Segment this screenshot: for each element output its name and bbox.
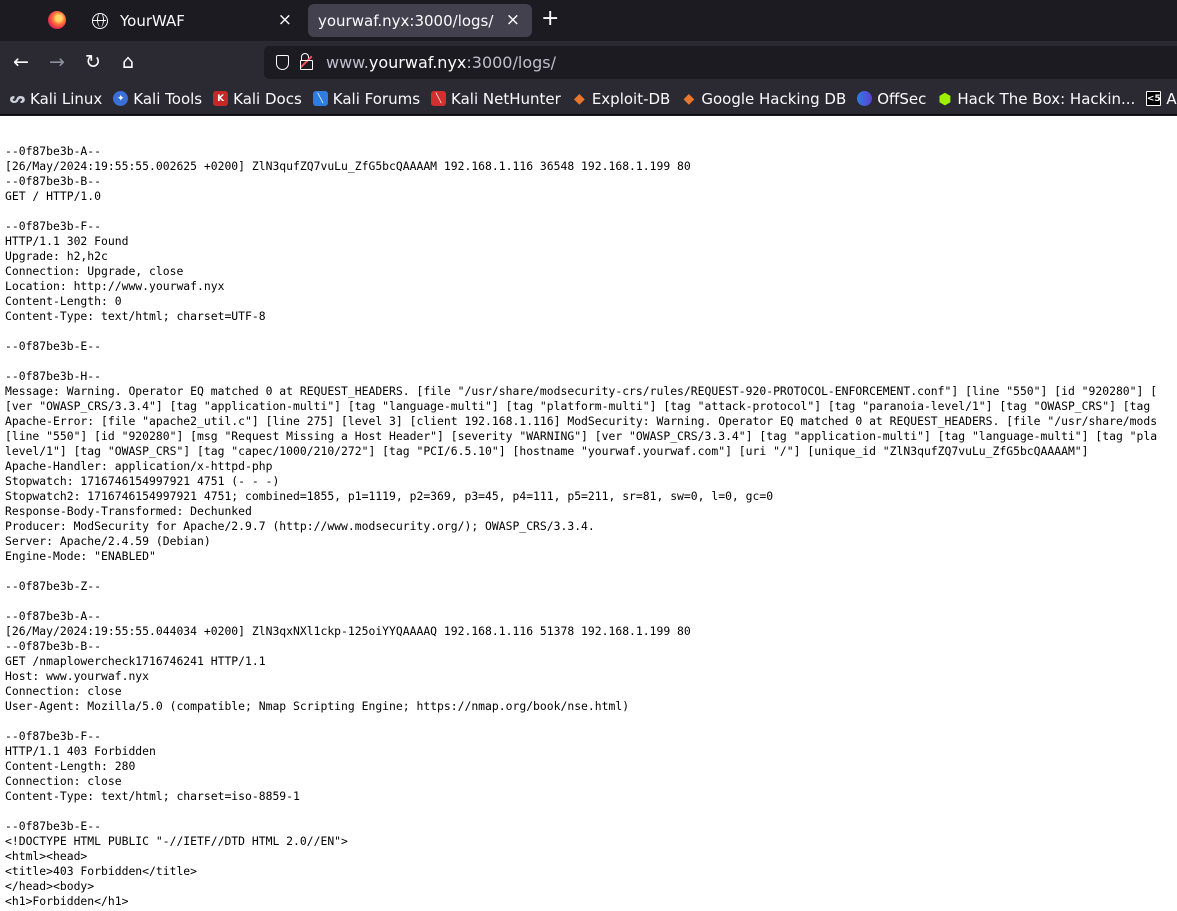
tab-close-icon[interactable]: × <box>278 10 292 30</box>
exploit-db-icon: ◆ <box>573 90 585 107</box>
bookmark-exploit-db[interactable]: ◆ Exploit-DB <box>572 90 670 108</box>
globe-icon <box>92 12 108 29</box>
new-tab-button[interactable]: + <box>541 6 559 31</box>
reload-button[interactable]: ↻ <box>80 49 106 75</box>
bookmarks-toolbar: ᔕ Kali Linux ✦ Kali Tools K Kali Docs ╲ … <box>0 83 1177 115</box>
url-bar[interactable]: www.yourwaf.nyx:3000/logs/ <box>264 46 1177 79</box>
log-line: Connection: close <box>5 774 122 788</box>
log-line: Content-Length: 280 <box>5 759 136 773</box>
log-line: GET /nmaplowercheck1716746241 HTTP/1.1 <box>5 654 266 668</box>
log-line: --0f87be3b-H-- <box>5 369 102 383</box>
log-line: --0f87be3b-A-- <box>5 609 102 623</box>
log-line: Apache-Handler: application/x-httpd-php <box>5 459 273 473</box>
log-line: Engine-Mode: "ENABLED" <box>5 549 156 563</box>
log-line: </head><body> <box>5 879 95 893</box>
kali-docs-icon: K <box>213 91 229 106</box>
page-content: --0f87be3b-A-- [26/May/2024:19:55:55.002… <box>0 116 1177 911</box>
forward-button[interactable]: → <box>44 49 70 75</box>
log-line: --0f87be3b-B-- <box>5 639 102 653</box>
bookmark-kali-nethunter[interactable]: ╲ Kali NetHunter <box>431 90 561 108</box>
bookmark-kali-forums[interactable]: ╲ Kali Forums <box>312 90 420 108</box>
log-line: --0f87be3b-E-- <box>5 339 102 353</box>
log-line: [line "550"] [id "920280"] [msg "Request… <box>5 429 1158 443</box>
log-line: <!DOCTYPE HTML PUBLIC "-//IETF//DTD HTML… <box>5 834 348 848</box>
log-line: --0f87be3b-E-- <box>5 819 102 833</box>
log-line: --0f87be3b-A-- <box>5 144 102 158</box>
bookmark-offsec[interactable]: OffSec <box>857 90 926 108</box>
tab-logs[interactable]: yourwaf.nyx:3000/logs/ × <box>308 4 532 37</box>
log-line: Stopwatch2: 1716746154997921 4751; combi… <box>5 489 774 503</box>
log-line: --0f87be3b-F-- <box>5 729 102 743</box>
log-line: <title>403 Forbidden</title> <box>5 864 198 878</box>
log-line: [ver "OWASP_CRS/3.3.4"] [tag "applicatio… <box>5 399 1151 413</box>
kali-dragon-icon: ᔕ <box>9 90 26 107</box>
log-line: HTTP/1.1 403 Forbidden <box>5 744 156 758</box>
log-line: [26/May/2024:19:55:55.044034 +0200] ZlN3… <box>5 624 691 638</box>
tab-yourwaf[interactable]: YourWAF × <box>84 4 304 37</box>
log-line: Content-Type: text/html; charset=UTF-8 <box>5 309 266 323</box>
nav-bar: ← → ↻ ⌂ www.yourwaf.nyx:3000/logs/ <box>0 41 1177 83</box>
log-line: Producer: ModSecurity for Apache/2.9.7 (… <box>5 519 595 533</box>
insecure-lock-icon[interactable] <box>299 52 313 70</box>
log-line: Server: Apache/2.4.59 (Debian) <box>5 534 211 548</box>
log-line: Location: http://www.yourwaf.nyx <box>5 279 225 293</box>
htb-icon: ⬢ <box>938 89 952 108</box>
log-line: Host: www.yourwaf.nyx <box>5 669 150 683</box>
log-line: Connection: close <box>5 684 122 698</box>
log-line: Content-Length: 0 <box>5 294 122 308</box>
log-line: GET / HTTP/1.0 <box>5 189 102 203</box>
log-line: <h1>Forbidden</h1> <box>5 894 129 908</box>
log-line: Message: Warning. Operator EQ matched 0 … <box>5 384 1158 398</box>
log-line: <html><head> <box>5 849 88 863</box>
bookmark-kali-linux[interactable]: ᔕ Kali Linux <box>9 90 103 108</box>
tab-strip: YourWAF × yourwaf.nyx:3000/logs/ × + <box>0 0 1177 41</box>
back-button[interactable]: ← <box>8 49 34 75</box>
log-line: User-Agent: Mozilla/5.0 (compatible; Nma… <box>5 699 630 713</box>
kali-tools-icon: ✦ <box>113 91 129 106</box>
offsec-icon <box>857 91 873 106</box>
kali-forums-icon: ╲ <box>312 91 328 106</box>
bookmark-hack-the-box[interactable]: ⬢ Hack The Box: Hackin... <box>937 90 1135 108</box>
log-line: Stopwatch: 1716746154997921 4751 (- - -) <box>5 474 280 488</box>
firefox-view-icon[interactable] <box>48 11 66 29</box>
log-line: HTTP/1.1 302 Found <box>5 234 129 248</box>
log-line: Response-Body-Transformed: Dechunked <box>5 504 252 518</box>
log-text: --0f87be3b-A-- [26/May/2024:19:55:55.002… <box>5 144 1157 909</box>
log-line: [26/May/2024:19:55:55.002625 +0200] ZlN3… <box>5 159 691 173</box>
tab-title: YourWAF <box>120 11 185 30</box>
bookmark-kali-docs[interactable]: K Kali Docs <box>213 90 302 108</box>
apuntes-icon: <5 <box>1146 91 1162 106</box>
log-line: level/1"] [tag "OWASP_CRS"] [tag "capec/… <box>5 444 1089 458</box>
tab-close-icon[interactable]: × <box>506 10 520 30</box>
log-line: --0f87be3b-B-- <box>5 174 102 188</box>
log-line: --0f87be3b-F-- <box>5 219 102 233</box>
log-line: Content-Type: text/html; charset=iso-885… <box>5 789 300 803</box>
ghdb-icon: ◆ <box>683 90 695 107</box>
log-line: Upgrade: h2,h2c <box>5 249 108 263</box>
log-line: Connection: Upgrade, close <box>5 264 184 278</box>
bookmark-kali-tools[interactable]: ✦ Kali Tools <box>113 90 202 108</box>
url-text[interactable]: www.yourwaf.nyx:3000/logs/ <box>326 53 556 72</box>
bookmark-apuntes[interactable]: <5 Apuntes y <box>1146 90 1177 108</box>
log-line: Apache-Error: [file "apache2_util.c"] [l… <box>5 414 1158 428</box>
tab-title: yourwaf.nyx:3000/logs/ <box>318 11 494 30</box>
tracking-protection-shield-icon[interactable] <box>276 55 289 70</box>
nethunter-icon: ╲ <box>431 91 447 106</box>
bookmark-google-hacking-db[interactable]: ◆ Google Hacking DB <box>681 90 846 108</box>
log-line: --0f87be3b-Z-- <box>5 579 102 593</box>
home-button[interactable]: ⌂ <box>115 49 141 75</box>
